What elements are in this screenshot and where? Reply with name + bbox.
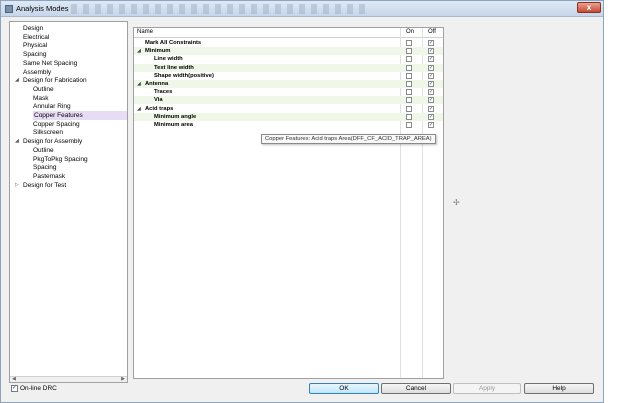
row-name: Antenna bbox=[145, 81, 169, 87]
table-row[interactable]: Shape width(positive) ✓ bbox=[134, 72, 443, 80]
on-checkbox[interactable] bbox=[406, 48, 412, 55]
row-name: Acid traps bbox=[145, 105, 174, 112]
on-checkbox[interactable] bbox=[406, 97, 412, 104]
row-name: Text line width bbox=[154, 64, 194, 71]
table-row[interactable]: ◢ Acid traps ✓ bbox=[134, 105, 443, 113]
title-bar[interactable]: Analysis Modes x bbox=[1, 1, 603, 17]
help-button[interactable]: Help bbox=[524, 383, 594, 394]
off-checkbox[interactable]: ✓ bbox=[428, 122, 434, 128]
expanded-arrow-icon[interactable]: ◢ bbox=[137, 105, 141, 113]
on-checkbox[interactable] bbox=[406, 122, 412, 128]
tree-item[interactable]: Outline bbox=[33, 146, 54, 155]
on-checkbox[interactable] bbox=[406, 64, 412, 71]
tree-item[interactable]: Pastemask bbox=[33, 172, 65, 181]
tree-item[interactable]: Copper Spacing bbox=[33, 120, 80, 129]
tree-item[interactable]: Spacing bbox=[23, 50, 47, 59]
table-row[interactable]: Traces ✓ bbox=[134, 88, 443, 96]
expanded-arrow-icon[interactable]: ◢ bbox=[15, 137, 21, 146]
tree-item[interactable]: Silkscreen bbox=[33, 128, 63, 137]
table-row[interactable]: ◢ Antenna ✓ bbox=[134, 80, 443, 88]
header-off[interactable]: Off bbox=[428, 29, 436, 35]
tree-item[interactable]: Annular Ring bbox=[33, 102, 71, 111]
tree-item[interactable]: Design for Fabrication bbox=[23, 76, 87, 85]
off-checkbox[interactable]: ✓ bbox=[428, 56, 434, 63]
row-name: Minimum bbox=[145, 48, 171, 55]
collapsed-arrow-icon[interactable]: ▷ bbox=[15, 181, 21, 190]
row-name: Minimum area bbox=[154, 122, 193, 128]
tree-item[interactable]: Copper Features bbox=[33, 111, 127, 120]
tree-item[interactable]: Design for Test bbox=[23, 181, 66, 190]
scroll-right-icon[interactable]: ▶ bbox=[121, 376, 125, 382]
window-title: Analysis Modes bbox=[16, 4, 69, 13]
tree-item[interactable]: PkgToPkg Spacing bbox=[33, 155, 88, 164]
app-icon bbox=[5, 5, 13, 13]
expanded-arrow-icon[interactable]: ◢ bbox=[137, 47, 141, 55]
row-name: Traces bbox=[154, 89, 173, 96]
expanded-arrow-icon[interactable]: ◢ bbox=[15, 76, 21, 85]
off-checkbox[interactable]: ✓ bbox=[428, 48, 434, 55]
on-checkbox[interactable] bbox=[406, 113, 412, 120]
table-row[interactable]: Minimum area ✓ bbox=[134, 121, 443, 129]
constraints-grid: Name On Off Mark All Constraints ✓ ◢ Minimu… bbox=[133, 27, 444, 379]
background-toolbar-ghost bbox=[71, 4, 371, 14]
table-row[interactable]: Minimum angle ✓ bbox=[134, 112, 443, 121]
tooltip: Copper Features: Acid traps Area(DFF_CF_… bbox=[261, 134, 436, 144]
row-name: Minimum angle bbox=[154, 113, 197, 120]
off-checkbox[interactable]: ✓ bbox=[428, 64, 434, 71]
tree-item[interactable]: Electrical bbox=[23, 33, 49, 42]
tree-item[interactable]: Spacing bbox=[33, 163, 57, 172]
table-row[interactable]: Text line width ✓ bbox=[134, 63, 443, 72]
on-checkbox[interactable] bbox=[406, 56, 412, 63]
ok-button[interactable]: OK bbox=[309, 383, 379, 394]
online-drc-label: On-line DRC bbox=[20, 385, 57, 392]
tree-item[interactable]: Outline bbox=[33, 85, 54, 94]
on-checkbox[interactable] bbox=[406, 40, 412, 46]
tree-item[interactable]: Design bbox=[23, 24, 43, 33]
cancel-button[interactable]: Cancel bbox=[381, 383, 451, 394]
close-button[interactable]: x bbox=[577, 2, 601, 13]
side-panel bbox=[449, 21, 603, 383]
category-tree: Design Electrical Physical Spacing Same Net … bbox=[9, 21, 128, 383]
row-name: Mark All Constraints bbox=[145, 40, 202, 46]
off-checkbox[interactable]: ✓ bbox=[428, 113, 434, 120]
expanded-arrow-icon[interactable]: ◢ bbox=[137, 80, 141, 88]
tree-item[interactable]: Mask bbox=[33, 94, 49, 103]
analysis-modes-window: Analysis Modes x Design Electrical Physica… bbox=[0, 0, 604, 403]
off-checkbox[interactable]: ✓ bbox=[428, 81, 434, 87]
row-name: Line width bbox=[154, 56, 183, 63]
header-name[interactable]: Name bbox=[137, 29, 153, 35]
table-row[interactable]: Via ✓ bbox=[134, 96, 443, 105]
horizontal-scrollbar[interactable]: ◀ ▶ bbox=[10, 376, 127, 382]
on-checkbox[interactable] bbox=[406, 81, 412, 87]
header-on[interactable]: On bbox=[406, 29, 414, 35]
online-drc-checkbox[interactable]: ✓ bbox=[11, 385, 18, 392]
row-name: Shape width(positive) bbox=[154, 72, 214, 79]
scroll-left-icon[interactable]: ◀ bbox=[12, 376, 16, 382]
on-checkbox[interactable] bbox=[406, 89, 412, 96]
on-checkbox[interactable] bbox=[406, 72, 412, 79]
tree-item[interactable]: Assembly bbox=[23, 68, 51, 77]
table-row[interactable]: ◢ Minimum ✓ bbox=[134, 47, 443, 56]
off-checkbox[interactable]: ✓ bbox=[428, 72, 434, 79]
on-checkbox[interactable] bbox=[406, 105, 412, 112]
off-checkbox[interactable]: ✓ bbox=[428, 40, 434, 46]
row-name: Via bbox=[154, 97, 163, 104]
grid-header: Name On Off bbox=[134, 28, 443, 38]
apply-button[interactable]: Apply bbox=[453, 383, 521, 394]
tree-item[interactable]: Physical bbox=[23, 41, 47, 50]
off-checkbox[interactable]: ✓ bbox=[428, 89, 434, 96]
table-row[interactable]: Line width ✓ bbox=[134, 55, 443, 63]
tree-item[interactable]: Same Net Spacing bbox=[23, 59, 77, 68]
splitter-icon[interactable]: ✢ bbox=[453, 198, 460, 207]
off-checkbox[interactable]: ✓ bbox=[428, 97, 434, 104]
tree-item[interactable]: Design for Assembly bbox=[23, 137, 82, 146]
table-row[interactable]: Mark All Constraints ✓ bbox=[134, 39, 443, 47]
off-checkbox[interactable]: ✓ bbox=[428, 105, 434, 112]
